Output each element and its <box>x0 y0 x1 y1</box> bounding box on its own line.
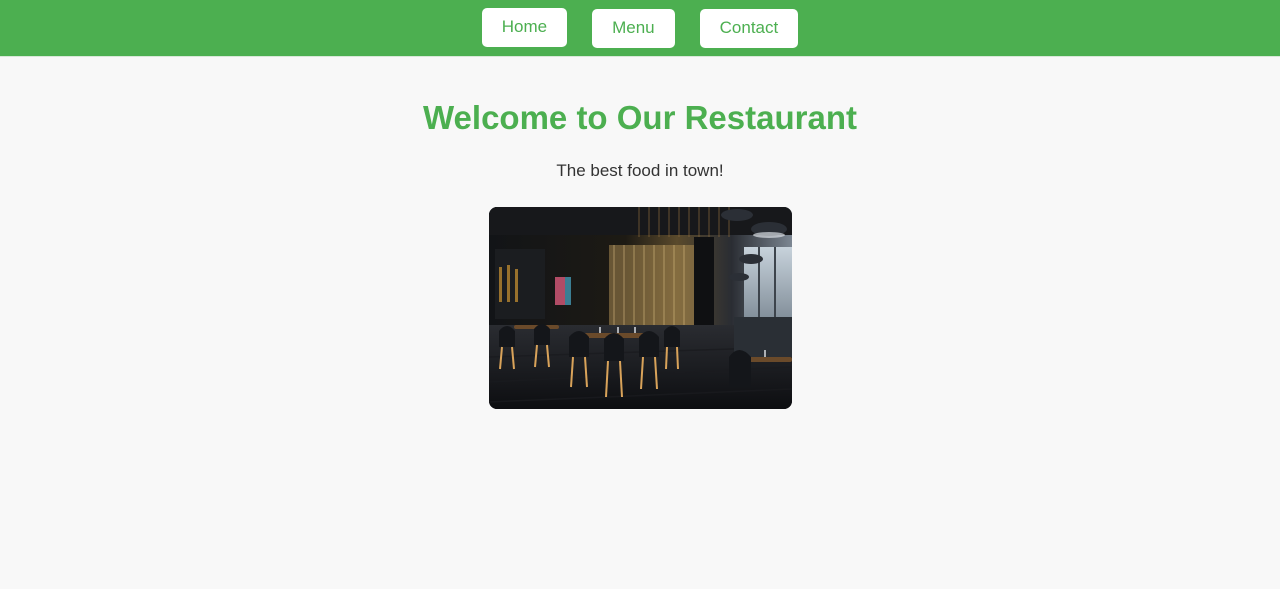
nav-home-button[interactable]: Home <box>481 7 568 47</box>
restaurant-photo-illustration <box>488 207 792 409</box>
top-navbar: Home Menu Contact <box>0 0 1280 57</box>
page-title: Welcome to Our Restaurant <box>423 99 857 136</box>
nav-contact-button[interactable]: Contact <box>699 8 799 48</box>
restaurant-interior-image <box>488 207 792 409</box>
main-content: Welcome to Our Restaurant The best food … <box>0 57 1280 409</box>
nav-menu-button[interactable]: Menu <box>592 8 675 48</box>
tagline: The best food in town! <box>556 161 724 180</box>
